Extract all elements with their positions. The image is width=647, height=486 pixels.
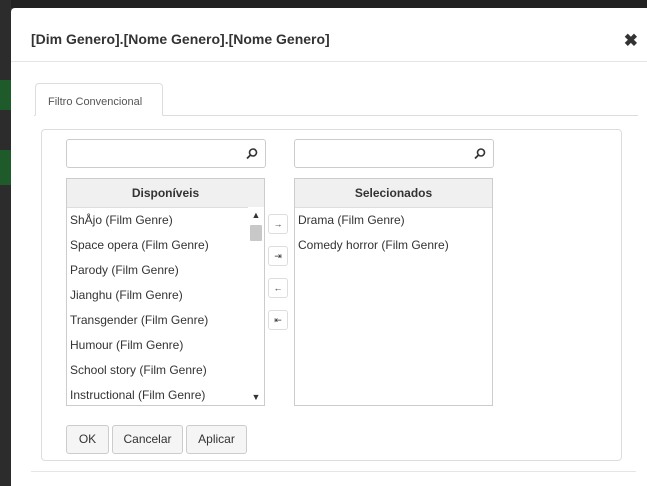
cancel-button[interactable]: Cancelar: [112, 425, 183, 454]
apply-button[interactable]: Aplicar: [186, 425, 247, 454]
list-item[interactable]: Jianghu (Film Genre): [67, 283, 264, 308]
list-item[interactable]: Transgender (Film Genre): [67, 308, 264, 333]
available-search[interactable]: [66, 139, 266, 168]
list-item[interactable]: Humour (Film Genre): [67, 333, 264, 358]
search-icon: [474, 148, 486, 160]
add-all-button[interactable]: ⇥: [268, 246, 288, 266]
tab-filtro-convencional[interactable]: Filtro Convencional: [35, 83, 163, 116]
list-item[interactable]: ShÅjo (Film Genre): [67, 208, 264, 233]
available-search-input[interactable]: [67, 140, 265, 167]
selected-search-input[interactable]: [295, 140, 493, 167]
backdrop-top: [0, 0, 647, 8]
available-scrollbar[interactable]: ▲ ▼: [248, 207, 264, 405]
ok-button[interactable]: OK: [66, 425, 109, 454]
search-icon: [246, 148, 258, 160]
remove-selected-button[interactable]: ←: [268, 278, 288, 298]
list-item[interactable]: School story (Film Genre): [67, 358, 264, 383]
close-icon[interactable]: ✖: [624, 32, 638, 49]
backdrop-left: [0, 0, 11, 486]
list-item[interactable]: Comedy horror (Film Genre): [295, 233, 492, 258]
list-item[interactable]: Instructional (Film Genre): [67, 383, 264, 408]
selected-search[interactable]: [294, 139, 494, 168]
list-item[interactable]: Parody (Film Genre): [67, 258, 264, 283]
filter-dialog: [Dim Genero].[Nome Genero].[Nome Genero]…: [11, 8, 647, 486]
available-list[interactable]: Disponíveis ShÅjo (Film Genre) Space oper…: [66, 178, 265, 406]
scroll-thumb[interactable]: [250, 225, 262, 241]
remove-all-button[interactable]: ⇤: [268, 310, 288, 330]
scroll-up-icon[interactable]: ▲: [251, 210, 261, 220]
dialog-header: [Dim Genero].[Nome Genero].[Nome Genero]…: [11, 8, 647, 62]
selected-list[interactable]: Selecionados Drama (Film Genre) Comedy ho…: [294, 178, 493, 406]
footer-divider: [31, 471, 636, 472]
dialog-title: [Dim Genero].[Nome Genero].[Nome Genero]: [31, 31, 330, 47]
add-selected-button[interactable]: →: [268, 214, 288, 234]
selected-list-header: Selecionados: [295, 179, 492, 208]
scroll-down-icon[interactable]: ▼: [251, 392, 261, 402]
available-list-header: Disponíveis: [67, 179, 264, 208]
list-item[interactable]: Space opera (Film Genre): [67, 233, 264, 258]
list-item[interactable]: Drama (Film Genre): [295, 208, 492, 233]
